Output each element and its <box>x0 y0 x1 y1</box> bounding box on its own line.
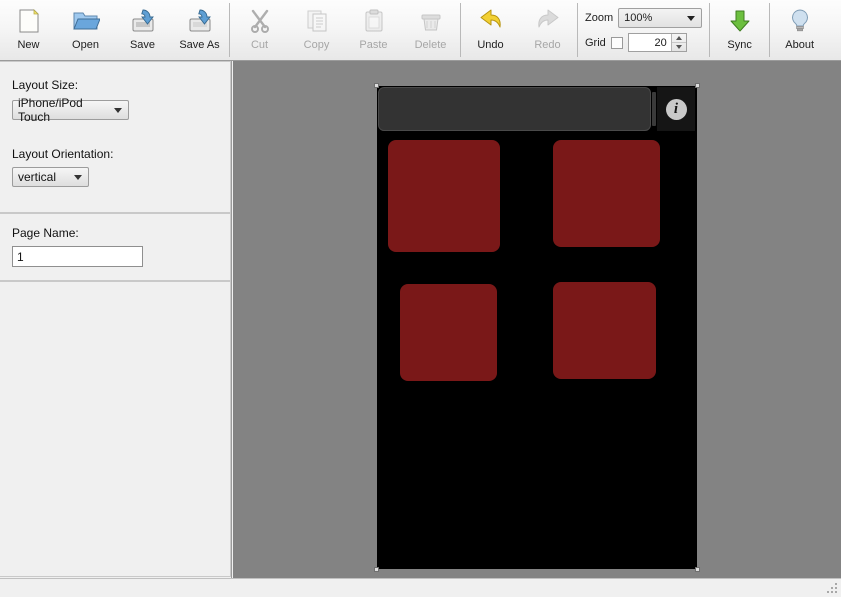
redo-arrow-icon <box>535 6 561 36</box>
page-name-value: 1 <box>17 249 24 264</box>
save-button-label: Save <box>129 39 156 51</box>
new-button[interactable]: New <box>0 2 57 58</box>
page-properties-panel: Page Name: 1 <box>0 213 231 281</box>
new-document-icon <box>15 6 43 36</box>
toolbar-group-about: About <box>771 0 828 60</box>
pad-button-2[interactable] <box>553 140 660 247</box>
toolbar-group-file: New Open Save Save As <box>0 0 228 60</box>
resize-grip-icon[interactable] <box>825 581 839 595</box>
toolbar-separator-4 <box>709 3 711 57</box>
about-button-label: About <box>785 39 814 51</box>
open-button-label: Open <box>72 39 99 51</box>
grid-size-decrement-button[interactable] <box>672 43 686 51</box>
save-disk-icon <box>129 6 157 36</box>
panel-spacer <box>12 120 230 147</box>
sync-down-arrow-icon <box>727 6 753 36</box>
chevron-down-icon <box>74 174 82 180</box>
pad-button-3[interactable] <box>400 284 497 381</box>
header-divider <box>652 92 656 126</box>
grid-label: Grid <box>585 36 606 49</box>
undo-arrow-icon <box>478 6 504 36</box>
zoom-row: Zoom 100% <box>585 8 703 28</box>
device-header-bar: i <box>377 86 697 132</box>
chevron-down-icon <box>114 107 122 113</box>
device-title-label[interactable] <box>378 87 651 131</box>
copy-button-label: Copy <box>303 39 330 51</box>
lightbulb-icon <box>787 6 813 36</box>
save-as-button[interactable]: Save As <box>171 2 228 58</box>
redo-button[interactable]: Redo <box>519 2 576 58</box>
info-button[interactable]: i <box>657 87 695 131</box>
empty-properties-panel <box>0 281 231 577</box>
pad-button-1[interactable] <box>388 140 500 252</box>
open-button[interactable]: Open <box>57 2 114 58</box>
redo-button-label: Redo <box>534 39 561 51</box>
pad-button-4[interactable] <box>553 282 656 379</box>
triangle-down-icon <box>675 45 682 49</box>
resize-handle-bottom-left[interactable] <box>374 567 379 572</box>
trash-icon <box>418 6 444 36</box>
toolbar-group-history: Undo Redo <box>462 0 576 60</box>
toolbar-separator-5 <box>769 3 771 57</box>
resize-handle-top-right[interactable] <box>695 83 700 88</box>
grid-size-increment-button[interactable] <box>671 34 686 43</box>
sync-button[interactable]: Sync <box>711 2 768 58</box>
page-name-input[interactable]: 1 <box>12 246 143 267</box>
toolbar-separator-3 <box>577 3 578 57</box>
copy-pages-icon <box>304 6 330 36</box>
delete-button[interactable]: Delete <box>402 2 459 58</box>
paste-button-label: Paste <box>359 39 388 51</box>
layout-orientation-label: Layout Orientation: <box>12 147 114 161</box>
layout-properties-panel: Layout Size: iPhone/iPod Touch Layout Or… <box>0 61 231 213</box>
status-bar <box>0 578 841 597</box>
save-as-disk-icon <box>186 6 214 36</box>
application-window: New Open Save Save As Cut Copy Paste Del… <box>0 0 841 597</box>
grid-row: Grid 20 <box>585 33 702 52</box>
toolbar-separator-2 <box>460 3 461 57</box>
delete-button-label: Delete <box>414 39 447 51</box>
chevron-down-icon <box>687 15 696 21</box>
main-toolbar: New Open Save Save As Cut Copy Paste Del… <box>0 0 841 61</box>
layout-size-label: Layout Size: <box>12 78 79 92</box>
cut-button-label: Cut <box>250 39 269 51</box>
page-name-label: Page Name: <box>12 226 79 240</box>
layout-orientation-select[interactable]: vertical <box>12 167 89 187</box>
zoom-select-value: 100% <box>624 12 653 24</box>
undo-button[interactable]: Undo <box>462 2 519 58</box>
properties-sidebar: Layout Size: iPhone/iPod Touch Layout Or… <box>0 61 232 578</box>
save-as-button-label: Save As <box>179 39 220 51</box>
about-button[interactable]: About <box>771 2 828 58</box>
triangle-up-icon <box>675 36 682 40</box>
clipboard-icon <box>361 6 387 36</box>
save-button[interactable]: Save <box>114 2 171 58</box>
info-icon: i <box>665 98 687 120</box>
undo-button-label: Undo <box>477 39 504 51</box>
layout-orientation-value: vertical <box>18 170 57 184</box>
zoom-label: Zoom <box>585 12 614 24</box>
device-screen[interactable]: i <box>374 83 700 572</box>
toolbar-group-view: Zoom 100% Grid 20 <box>579 0 708 60</box>
resize-handle-bottom-right[interactable] <box>695 567 700 572</box>
copy-button[interactable]: Copy <box>288 2 345 58</box>
sync-button-label: Sync <box>727 39 752 51</box>
layout-size-value: iPhone/iPod Touch <box>18 96 83 124</box>
new-button-label: New <box>17 39 40 51</box>
toolbar-group-edit: Cut Copy Paste Delete <box>231 0 459 60</box>
grid-size-stepper-buttons <box>670 34 686 51</box>
layout-size-select[interactable]: iPhone/iPod Touch <box>12 96 129 124</box>
grid-checkbox[interactable] <box>610 36 623 49</box>
open-folder-icon <box>72 6 100 36</box>
paste-button[interactable]: Paste <box>345 2 402 58</box>
canvas-workspace[interactable]: i <box>233 61 841 578</box>
toolbar-separator-1 <box>229 3 230 57</box>
toolbar-group-sync: Sync <box>711 0 768 60</box>
zoom-select[interactable]: 100% <box>618 8 703 28</box>
resize-handle-top-left[interactable] <box>374 83 379 88</box>
scissors-icon <box>247 6 273 36</box>
cut-button[interactable]: Cut <box>231 2 288 58</box>
grid-size-stepper[interactable]: 20 <box>627 33 687 52</box>
grid-size-value: 20 <box>628 34 671 51</box>
